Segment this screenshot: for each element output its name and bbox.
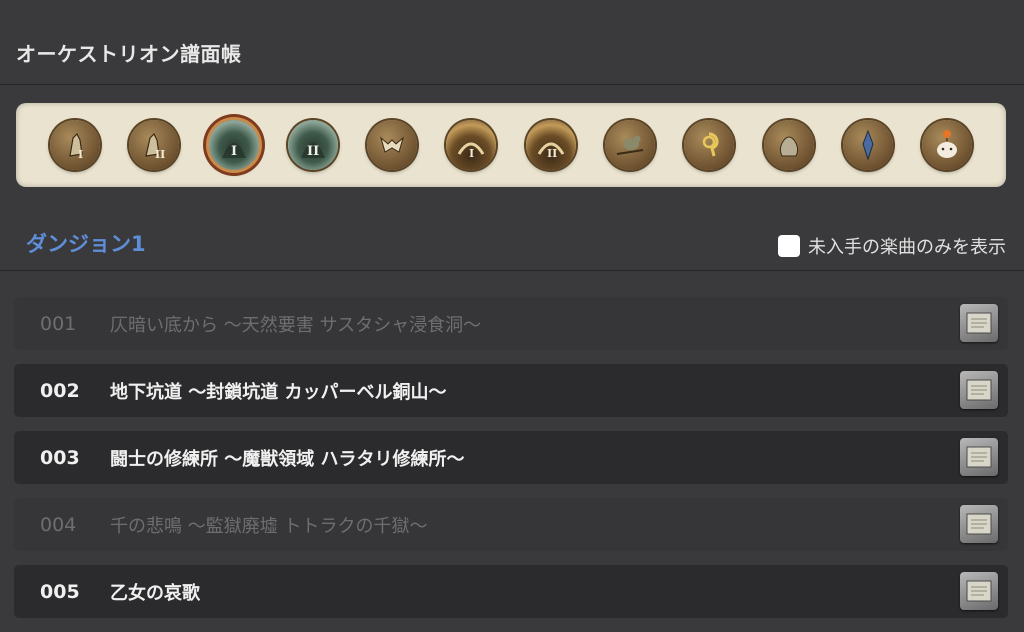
bird-icon[interactable] <box>605 120 655 170</box>
section-title: ダンジョン1 <box>26 232 146 256</box>
track-name: 千の悲鳴 〜監獄廃墟 トトラクの千獄〜 <box>110 515 428 537</box>
track-name: 仄暗い底から 〜天然要害 サスタシャ浸食洞〜 <box>110 314 482 336</box>
track-number: 002 <box>40 379 80 402</box>
dungeon-i-icon[interactable]: I <box>209 120 259 170</box>
track-name: 乙女の哀歌 <box>110 582 200 604</box>
sheet-music-icon[interactable] <box>960 505 998 543</box>
track-list: 001 仄暗い底から 〜天然要害 サスタシャ浸食洞〜 002 地下坑道 〜封鎖坑… <box>14 297 1008 632</box>
track-number: 004 <box>40 513 77 536</box>
sheet-music-icon[interactable] <box>960 572 998 610</box>
track-row[interactable]: 003 闘士の修練所 〜魔獣領域 ハラタリ修練所〜 <box>14 431 1008 484</box>
track-row[interactable]: 001 仄暗い底から 〜天然要害 サスタシャ浸食洞〜 <box>14 297 1008 350</box>
track-number: 001 <box>40 312 77 335</box>
svg-text:II: II <box>155 148 165 161</box>
unowned-filter-label: 未入手の楽曲のみを表示 <box>808 237 1006 258</box>
sheet-music-icon[interactable] <box>960 438 998 476</box>
svg-text:I: I <box>231 144 237 159</box>
section-divider <box>0 270 1024 271</box>
track-name: 地下坑道 〜封鎖坑道 カッパーベル銅山〜 <box>110 381 447 403</box>
crystal-icon[interactable] <box>843 120 893 170</box>
crystal-tower-i-icon[interactable]: I <box>50 120 100 170</box>
trial-icon[interactable] <box>367 120 417 170</box>
svg-text:I: I <box>78 148 83 161</box>
dungeon-ii-icon[interactable]: II <box>288 120 338 170</box>
sheet-music-icon[interactable] <box>960 371 998 409</box>
track-row[interactable]: 002 地下坑道 〜封鎖坑道 カッパーベル銅山〜 <box>14 364 1008 417</box>
track-row[interactable]: 005 乙女の哀歌 <box>14 565 1008 618</box>
unowned-filter[interactable]: 未入手の楽曲のみを表示 <box>778 233 1006 259</box>
svg-text:I: I <box>469 147 474 160</box>
track-number: 005 <box>40 580 80 603</box>
svg-text:II: II <box>307 144 319 159</box>
category-bar: I II I II I II <box>16 103 1006 187</box>
crystal-tower-ii-icon[interactable]: II <box>129 120 179 170</box>
track-row[interactable]: 004 千の悲鳴 〜監獄廃墟 トトラクの千獄〜 <box>14 498 1008 551</box>
unowned-filter-checkbox[interactable] <box>778 235 800 257</box>
raid-ii-icon[interactable]: II <box>526 120 576 170</box>
moogle-icon[interactable] <box>922 120 972 170</box>
track-name: 闘士の修練所 〜魔獣領域 ハラタリ修練所〜 <box>110 448 465 470</box>
page-title: オーケストリオン譜面帳 <box>16 42 242 66</box>
sheet-music-icon[interactable] <box>960 304 998 342</box>
bag-icon[interactable] <box>764 120 814 170</box>
raid-i-icon[interactable]: I <box>446 120 496 170</box>
header-divider <box>0 84 1024 85</box>
track-number: 003 <box>40 446 80 469</box>
svg-text:II: II <box>547 147 557 160</box>
ring-icon[interactable] <box>684 120 734 170</box>
